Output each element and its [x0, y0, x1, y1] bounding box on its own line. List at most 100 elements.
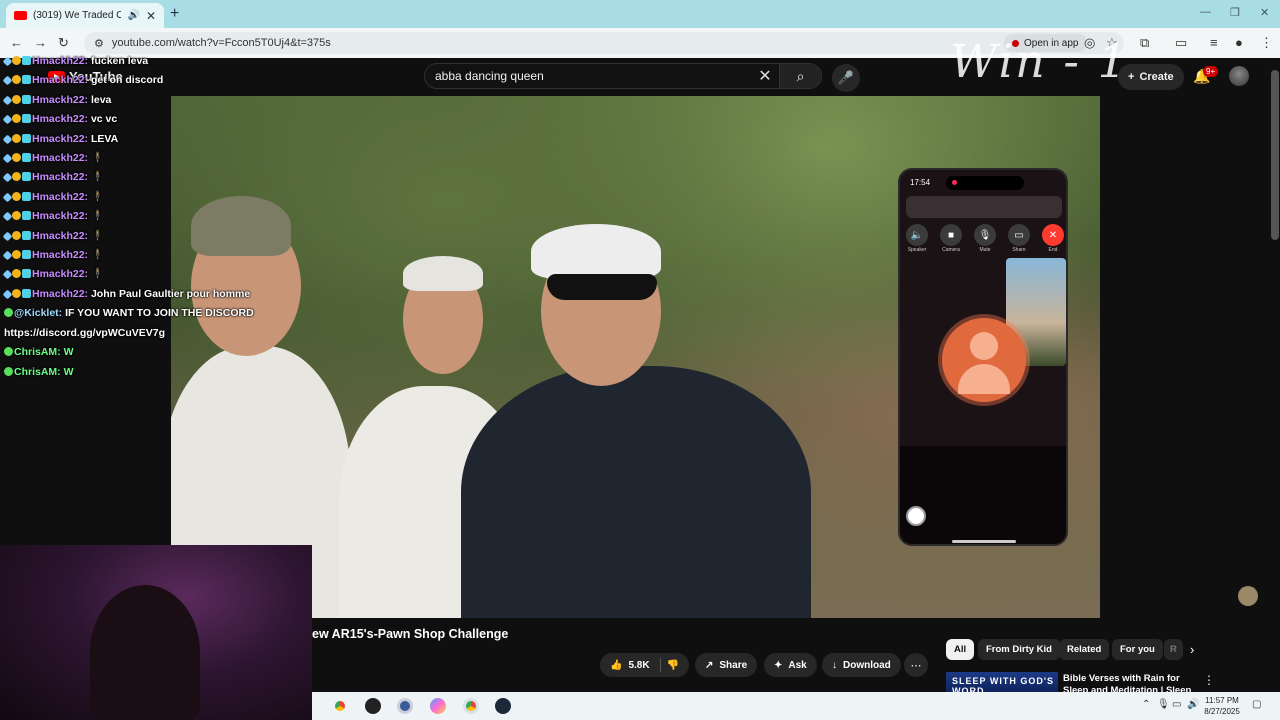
- download-button[interactable]: ↓ Download: [822, 653, 901, 677]
- video-sunglasses: [547, 274, 657, 300]
- chip-for-you[interactable]: For you: [1112, 639, 1163, 660]
- moderator-badge-icon: [2, 75, 13, 86]
- end-label: End: [1048, 247, 1058, 253]
- chat-message: Hmackh22: John Paul Gaultier pour homme: [2, 285, 304, 304]
- site-info-icon[interactable]: ⚙: [94, 37, 104, 50]
- chat-message: Hmackh22: 🕴: [2, 246, 304, 265]
- account-avatar[interactable]: [1229, 66, 1249, 86]
- chip-all[interactable]: All: [946, 639, 975, 660]
- chat-username[interactable]: ChrisAM: [14, 346, 57, 358]
- thumbs-up-icon: 👍: [610, 659, 623, 671]
- microphone-icon: 🎤: [837, 70, 855, 85]
- channel-watermark-icon[interactable]: [1238, 586, 1258, 606]
- app-icon-dark[interactable]: [365, 698, 381, 714]
- mute-icon[interactable]: 🎙: [974, 224, 996, 246]
- recommended-menu-icon[interactable]: ⋮: [1203, 673, 1215, 687]
- back-icon[interactable]: ←: [10, 35, 23, 50]
- chat-username[interactable]: Hmackh22: [32, 249, 85, 261]
- reload-icon[interactable]: ↻: [58, 35, 69, 51]
- chip-partial[interactable]: R: [1164, 639, 1183, 660]
- more-horizontal-icon: ⋯: [910, 659, 922, 672]
- chat-message-text: W: [63, 346, 74, 359]
- close-window-button[interactable]: ✕: [1260, 6, 1269, 19]
- menu-lines-icon[interactable]: ≡: [1210, 35, 1218, 50]
- chat-message-text: 🕴: [90, 152, 105, 165]
- tray-chevron-icon[interactable]: ⌃: [1142, 699, 1150, 710]
- coin-badge-icon: [12, 114, 21, 124]
- steam-icon[interactable]: [495, 698, 511, 714]
- recording-dot-icon: [952, 180, 957, 185]
- speaker-icon[interactable]: 🔈: [906, 224, 928, 246]
- taskbar-clock[interactable]: 11:57 PM 8/27/2025: [1200, 695, 1244, 717]
- browser-tab[interactable]: (3019) We Traded Our Enti... 🔊 ✕: [6, 3, 164, 28]
- chrome-active-icon[interactable]: [463, 698, 479, 714]
- page-scrollbar[interactable]: [1271, 70, 1279, 240]
- chat-username[interactable]: Hmackh22: [32, 171, 85, 183]
- like-count: 5.8K: [628, 659, 650, 671]
- obs-icon[interactable]: [397, 698, 413, 714]
- voice-search-button[interactable]: 🎤: [832, 64, 860, 92]
- coin-badge-icon: [12, 133, 21, 143]
- ask-button[interactable]: ✦ Ask: [764, 653, 817, 677]
- notification-center-icon[interactable]: ▢: [1252, 699, 1261, 710]
- chip-from-dirty-kid[interactable]: From Dirty Kid: [978, 639, 1060, 660]
- chat-username[interactable]: ChrisAM: [14, 366, 57, 378]
- chat-username[interactable]: Hmackh22: [32, 230, 85, 242]
- kick-badge-icon: [4, 308, 13, 318]
- chevron-right-icon[interactable]: ›: [1190, 642, 1194, 657]
- copilot-icon[interactable]: [430, 698, 446, 714]
- chrome-icon[interactable]: [332, 698, 348, 714]
- tray-volume-icon[interactable]: 🔊: [1187, 699, 1199, 710]
- share-button[interactable]: ↗ Share: [695, 653, 758, 677]
- video-person-center: [461, 366, 811, 618]
- chat-username[interactable]: Hmackh22: [32, 133, 85, 145]
- clear-search-icon[interactable]: ✕: [751, 66, 779, 86]
- maximize-button[interactable]: ❐: [1230, 6, 1240, 19]
- chat-username[interactable]: Hmackh22: [32, 55, 85, 67]
- phone-dynamic-island: [946, 176, 1024, 190]
- profile-icon[interactable]: ●: [1235, 35, 1243, 50]
- tray-network-icon[interactable]: ▭: [1172, 699, 1181, 710]
- chat-username[interactable]: Hmackh22: [32, 210, 85, 222]
- coin-badge-icon: [12, 56, 21, 65]
- coin-badge-icon: [12, 269, 21, 279]
- chip-related[interactable]: Related: [1059, 639, 1110, 660]
- share-screen-icon[interactable]: ▭: [1008, 224, 1030, 246]
- win-counter-overlay: Win - 1: [950, 34, 1129, 88]
- extensions-icon[interactable]: ⧉: [1140, 35, 1149, 51]
- gem-badge-icon: [22, 114, 31, 124]
- video-cap-middle: [403, 256, 483, 291]
- cast-icon[interactable]: ▭: [1175, 35, 1187, 51]
- chat-username[interactable]: @Kicklet: [14, 307, 59, 319]
- search-button[interactable]: ⌕: [779, 64, 821, 88]
- new-tab-button[interactable]: +: [170, 5, 179, 23]
- end-call-icon[interactable]: ✕: [1042, 224, 1064, 246]
- minimize-button[interactable]: —: [1200, 6, 1211, 18]
- kebab-menu-icon[interactable]: ⋮: [1260, 35, 1273, 51]
- camera-icon[interactable]: ■: [940, 224, 962, 246]
- chat-username[interactable]: Hmackh22: [32, 288, 85, 300]
- moderator-badge-icon: [2, 192, 13, 203]
- chat-username[interactable]: Hmackh22: [32, 152, 85, 164]
- forward-icon[interactable]: →: [34, 35, 47, 50]
- like-button[interactable]: 👍 5.8K 👎: [600, 653, 690, 677]
- tab-close-icon[interactable]: ✕: [146, 9, 156, 23]
- notification-count-badge: 9+: [1203, 66, 1219, 77]
- capture-button[interactable]: [906, 506, 926, 526]
- chat-username[interactable]: Hmackh22: [32, 268, 85, 280]
- windows-taskbar: [312, 692, 1280, 720]
- chat-username[interactable]: Hmackh22: [32, 113, 85, 125]
- search-input[interactable]: [425, 69, 751, 83]
- chat-username[interactable]: Hmackh22: [32, 74, 85, 86]
- tray-mic-icon[interactable]: 🎙: [1157, 699, 1170, 710]
- chat-username[interactable]: Hmackh22: [32, 191, 85, 203]
- chat-username[interactable]: Hmackh22: [32, 94, 85, 106]
- gem-badge-icon: [22, 211, 31, 221]
- moderator-badge-icon: [2, 172, 13, 183]
- tab-audio-icon[interactable]: 🔊: [127, 10, 139, 21]
- thumbs-down-icon[interactable]: 👎: [667, 660, 679, 671]
- chat-message: Hmackh22: 🕴: [2, 227, 304, 246]
- share-label: Share: [1012, 247, 1026, 253]
- speaker-label: Speaker: [907, 247, 927, 253]
- more-actions-button[interactable]: ⋯: [904, 653, 928, 677]
